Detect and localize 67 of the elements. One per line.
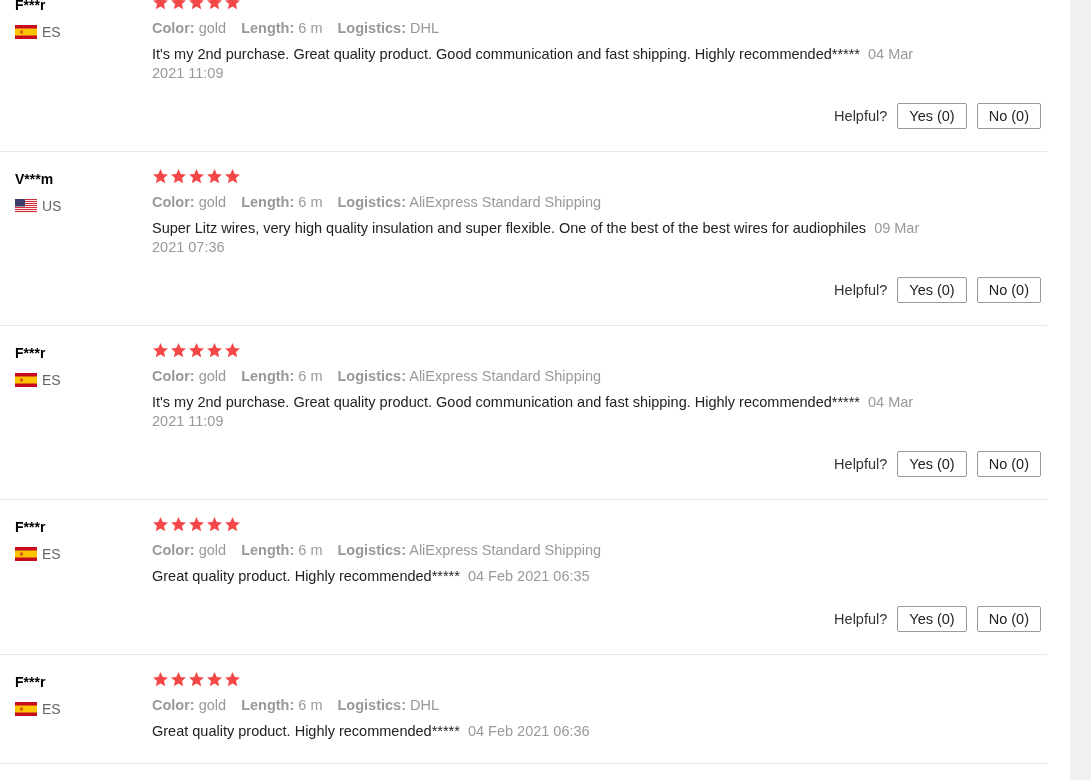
star-icon: [206, 671, 223, 688]
product-attribute: Logistics: AliExpress Standard Shipping: [337, 368, 602, 384]
product-attribute: Length: 6 m: [241, 542, 323, 558]
product-attribute: Length: 6 m: [241, 194, 323, 210]
yes-button[interactable]: Yes (0): [897, 606, 967, 632]
star-icon: [152, 342, 169, 359]
review-text: Great quality product. Highly recommended***** 04 Feb 2021 06:36: [152, 722, 591, 741]
review-text: Super Litz wires, very high quality insulation and super flexible. One of the best of the best wires for audiophiles 09 Mar 2021 07:36: [152, 219, 921, 257]
star-icon: [206, 516, 223, 533]
spain-flag-icon: [15, 702, 37, 716]
reviewer-name: F***r: [15, 344, 47, 362]
star-icon: [170, 168, 187, 185]
star-icon: [188, 671, 205, 688]
product-attribute: Color: gold: [152, 697, 227, 713]
star-icon: [224, 168, 241, 185]
star-icon: [170, 342, 187, 359]
star-icon: [224, 516, 241, 533]
product-attribute: Length: 6 m: [241, 368, 323, 384]
usa-flag-icon: [15, 199, 37, 213]
yes-button[interactable]: Yes (0): [897, 103, 967, 129]
country-code: ES: [42, 546, 61, 562]
star-icon: [152, 671, 169, 688]
no-button[interactable]: No (0): [976, 103, 1041, 129]
no-button[interactable]: No (0): [976, 451, 1041, 477]
country-code: ES: [42, 24, 61, 40]
star-icon: [206, 168, 223, 185]
helpful-label: Helpful?: [834, 108, 888, 124]
country-code: US: [42, 198, 62, 214]
yes-button[interactable]: Yes (0): [897, 277, 967, 303]
product-attribute: Color: gold: [152, 542, 227, 558]
helpful-label: Helpful?: [834, 611, 888, 627]
star-icon: [152, 516, 169, 533]
no-button[interactable]: No (0): [976, 606, 1041, 632]
star-icon: [206, 342, 223, 359]
star-icon: [188, 342, 205, 359]
country-code: ES: [42, 701, 61, 717]
country-code: ES: [42, 372, 61, 388]
review-text: It's my 2nd purchase. Great quality product. Good communication and fast shipping. Highly recommended***** 04 Mar 2021 11:09: [152, 393, 915, 431]
product-attribute: Color: gold: [152, 368, 227, 384]
reviewer-name: F***r: [15, 0, 47, 14]
product-attribute: Logistics: DHL: [337, 20, 440, 36]
reviewer-name: F***r: [15, 518, 47, 536]
no-button[interactable]: No (0): [976, 277, 1041, 303]
star-icon: [152, 168, 169, 185]
star-icon: [224, 671, 241, 688]
reviewer-name: F***r: [15, 673, 47, 691]
product-attribute: Logistics: DHL: [337, 697, 440, 713]
yes-button[interactable]: Yes (0): [897, 451, 967, 477]
review-text: It's my 2nd purchase. Great quality product. Good communication and fast shipping. Highly recommended***** 04 Mar 2021 11:09: [152, 45, 915, 83]
star-icon: [170, 516, 187, 533]
spain-flag-icon: [15, 373, 37, 387]
star-icon: [170, 671, 187, 688]
product-attribute: Logistics: AliExpress Standard Shipping: [337, 542, 602, 558]
product-attribute: Length: 6 m: [241, 697, 323, 713]
star-icon: [188, 168, 205, 185]
product-attribute: Color: gold: [152, 194, 227, 210]
reviewer-name: V***m: [15, 170, 55, 188]
helpful-label: Helpful?: [834, 282, 888, 298]
helpful-label: Helpful?: [834, 456, 888, 472]
review-text: Great quality product. Highly recommended***** 04 Feb 2021 06:35: [152, 567, 591, 586]
star-icon: [188, 516, 205, 533]
spain-flag-icon: [15, 547, 37, 561]
spain-flag-icon: [15, 25, 37, 39]
star-icon: [224, 342, 241, 359]
product-attribute: Length: 6 m: [241, 20, 323, 36]
product-attribute: Logistics: AliExpress Standard Shipping: [337, 194, 602, 210]
product-attribute: Color: gold: [152, 20, 227, 36]
